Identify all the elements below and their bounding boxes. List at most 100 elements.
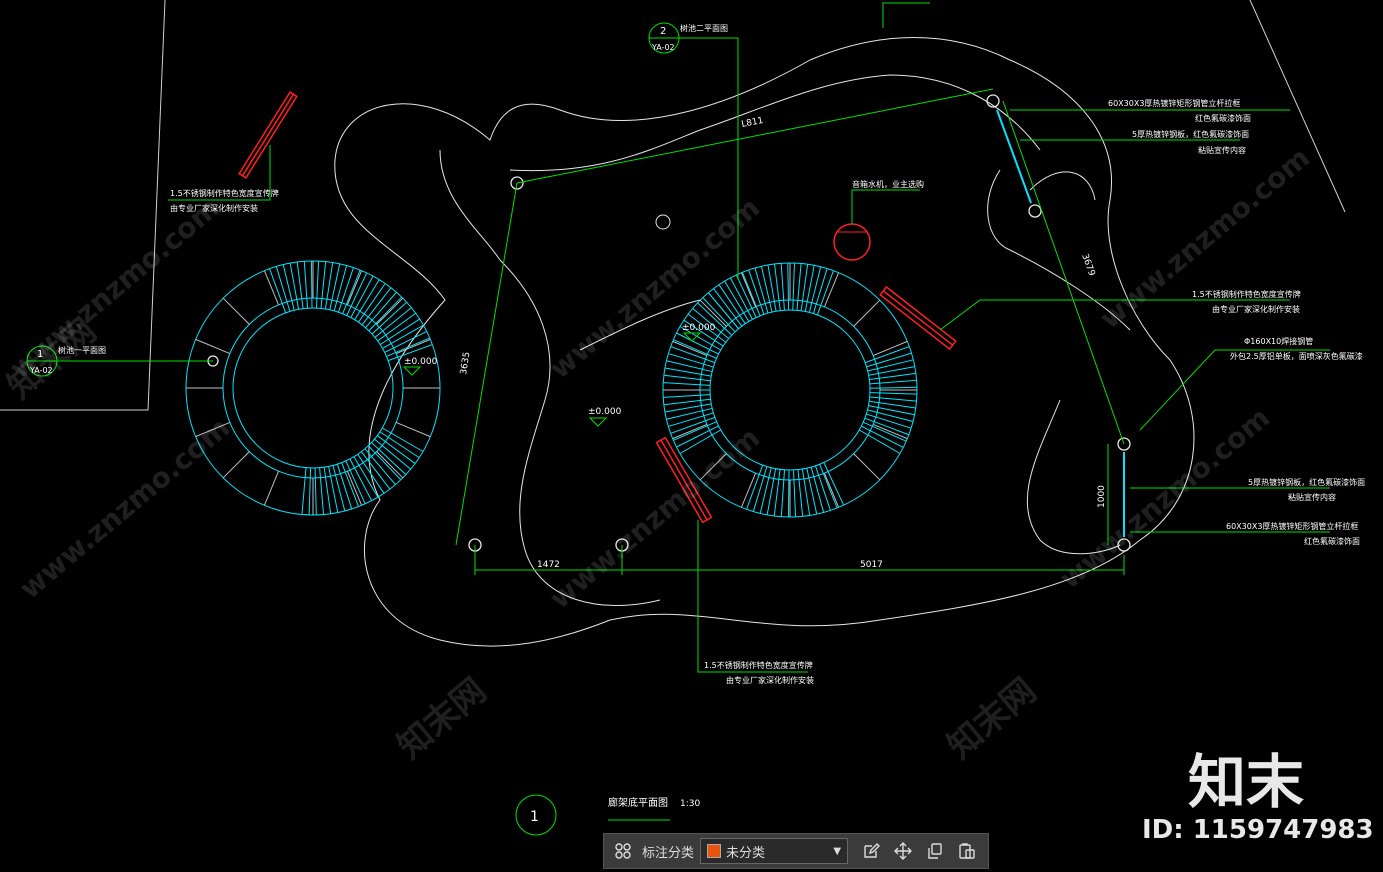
ring-divider [376, 297, 404, 325]
ring-divider [263, 470, 280, 506]
paste-icon[interactable] [954, 838, 980, 864]
ring-slat [365, 291, 397, 329]
ring-slat [296, 261, 304, 309]
ring-slat [792, 469, 797, 517]
ring-slat [332, 465, 346, 512]
ring-slat [377, 435, 416, 464]
callout-circles [26, 22, 680, 836]
ring-slat [808, 266, 822, 313]
note-speaker: 音箱水机，业主选购 [852, 179, 924, 189]
watermark-text-4: www.znzmo.com [543, 421, 766, 615]
note-pipe-1: Φ160X10焊接钢管 [1244, 336, 1313, 346]
ring-slat [358, 283, 386, 323]
category-label: 标注分类 [642, 845, 695, 861]
watermark-id: ID: 1159747983 [1142, 815, 1374, 845]
annotation-toolbar: 标注分类 未分类 ▼ [603, 833, 989, 869]
ring-slat [315, 261, 320, 309]
ring-divider [376, 451, 404, 479]
ring-slat [374, 438, 411, 470]
note-bot-right-3: 60X30X3厚热镀锌矩形钢管立杆拉框 [1226, 521, 1358, 531]
note-pipe-2: 外包2.5厚铝单板，面喷深灰色氟碳漆 [1230, 351, 1363, 361]
edit-icon[interactable] [858, 838, 884, 864]
ring-slat [361, 451, 391, 490]
chevron-down-icon: ▼ [833, 845, 842, 857]
category-value: 未分类 [726, 845, 766, 861]
ring-slat [867, 359, 914, 372]
ring-slat [289, 262, 300, 310]
note-mid-right-1: 1.5不锈钢制作特色宽度宣传牌 [1192, 289, 1301, 299]
ring-slat [663, 398, 711, 406]
category-select[interactable]: 未分类 ▼ [700, 838, 849, 864]
callout-2-number: 2 [660, 26, 666, 37]
ring-slat [371, 442, 407, 475]
watermark-brand-3: 知末网 [940, 671, 1044, 767]
grid-icon[interactable] [610, 838, 636, 864]
ring-slat [374, 307, 412, 338]
ring-slat [663, 374, 711, 382]
dim-vertical: 1000 [1097, 485, 1107, 508]
ring-slat [796, 263, 802, 311]
ring-slat [718, 284, 746, 324]
ring-slat [760, 266, 773, 313]
drawing-title: 廊架底平面图 [608, 796, 668, 809]
ring-slat [379, 318, 420, 346]
ring-slat [797, 469, 804, 517]
ring-slat [774, 263, 781, 311]
move-icon[interactable] [890, 838, 916, 864]
ring-slat [357, 454, 385, 494]
ring-divider [222, 297, 250, 325]
ring-slat [787, 263, 790, 311]
leader-lines [57, 2, 1330, 821]
ring-slat [320, 261, 327, 309]
note-top-right-3: 5厚热镀锌钢板，红色氟碳漆饰面 [1132, 129, 1249, 139]
note-top-right-2: 红色氟碳漆饰面 [1195, 113, 1251, 123]
ring-divider [395, 421, 431, 438]
ring-divider [853, 453, 881, 481]
dim-right: 3679 [1079, 253, 1096, 278]
cad-drawing-canvas: 1 YA-02 树池一平面图 2 YA-02 树池二平面图 1.5不锈钢制作特色… [0, 0, 1365, 836]
drawing-scale: 1:30 [680, 799, 700, 809]
level-left: ±0.000 [588, 407, 622, 417]
watermark-text-6: www.znzmo.com [1053, 401, 1276, 595]
ring-slat [780, 469, 786, 517]
note-bot-right-4: 红色氟碳漆饰面 [1304, 536, 1360, 546]
ring-slat [869, 396, 917, 402]
ring-slat [867, 409, 914, 423]
watermark-logo: 知末 [1188, 748, 1305, 816]
ring-divider [222, 451, 250, 479]
ring-slat [767, 264, 777, 312]
tree-ring-left [185, 260, 441, 516]
ring-slat [663, 382, 711, 386]
dim-bottom-right: 5017 [860, 560, 883, 570]
note-bot-right-1: 5厚热镀锌钢板，红色氟碳漆饰面 [1248, 477, 1365, 487]
ring-slat [792, 263, 795, 311]
note-bottom-sign-1: 1.5不锈钢制作特色宽度宣传牌 [704, 660, 813, 670]
ring-slat [869, 392, 917, 395]
note-bottom-sign-2: 由专业厂家深化制作安装 [726, 675, 814, 685]
ring-slat [663, 394, 711, 398]
ring-slat [353, 456, 379, 498]
note-top-right-4: 粘贴宣传内容 [1198, 145, 1246, 155]
copy-icon[interactable] [922, 838, 948, 864]
columns [207, 94, 1131, 552]
category-color-swatch [707, 844, 722, 858]
level-markers [402, 332, 702, 427]
ring-slat [868, 366, 915, 376]
dim-bottom-left: 1472 [537, 560, 560, 570]
ring-divider [872, 423, 908, 440]
ring-slat [354, 279, 380, 320]
level-ring: ±0.000 [404, 357, 438, 367]
callout-2-label: 树池二平面图 [680, 23, 728, 33]
ring-divider [195, 338, 231, 355]
title-index: 1 [530, 809, 539, 825]
watermark-text-3: www.znzmo.com [543, 191, 766, 385]
ring-divider [853, 299, 881, 327]
dim-left: 3635 [459, 351, 472, 375]
ring-slat [869, 379, 917, 385]
ring-slat [368, 296, 403, 332]
ring-slat [729, 277, 753, 320]
ring-slat [780, 263, 785, 311]
ring-slat [308, 467, 312, 515]
ring-slat [724, 280, 750, 322]
note-left-sign-1: 1.5不锈钢制作特色宽度宣传牌 [170, 188, 279, 198]
